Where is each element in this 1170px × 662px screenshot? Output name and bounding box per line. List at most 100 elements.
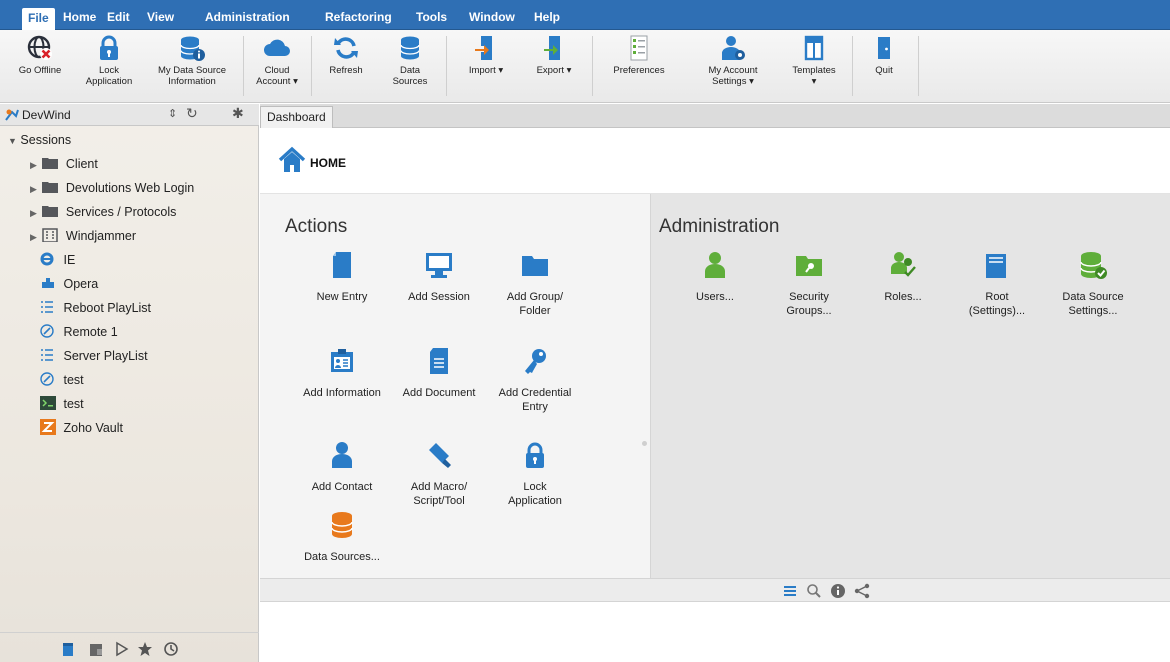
add-information-tile[interactable]: Add Information xyxy=(296,346,388,400)
lock-app-label-2: Application xyxy=(85,76,133,87)
chevron-right-icon: ▶ xyxy=(30,208,37,218)
tile-label: Groups... xyxy=(786,305,832,317)
remote-link-icon xyxy=(40,324,54,338)
add-credential-entry-tile[interactable]: Add Credential Entry xyxy=(489,346,581,414)
menu-administration[interactable]: Administration xyxy=(199,7,296,27)
data-sources-label-2: Sources xyxy=(392,76,428,87)
tree-item-label: Zoho Vault xyxy=(63,421,124,435)
tree-item-label: Windjammer xyxy=(65,229,137,243)
menu-refactoring[interactable]: Refactoring xyxy=(319,7,398,27)
home-icon xyxy=(278,146,306,172)
sidebar-footer xyxy=(0,632,259,662)
add-contact-tile[interactable]: Add Contact xyxy=(296,440,388,494)
building-icon xyxy=(42,228,59,243)
menu-help[interactable]: Help xyxy=(528,7,566,27)
menu-view[interactable]: View xyxy=(141,7,180,27)
history-icon[interactable] xyxy=(163,641,179,657)
data-source-icon xyxy=(5,109,19,121)
tab-dashboard[interactable]: Dashboard xyxy=(260,106,333,128)
list-item[interactable]: ▶ Windjammer xyxy=(30,224,136,248)
templates-icon xyxy=(804,35,824,61)
document-tabs: Dashboard xyxy=(260,104,1170,128)
folder-icon xyxy=(42,158,59,169)
quit-button[interactable]: Quit xyxy=(860,34,908,98)
data-sources-label-1: Data xyxy=(399,65,421,76)
gear-icon[interactable]: ✱ xyxy=(232,105,244,122)
entries-icon[interactable] xyxy=(60,641,76,657)
tile-label: Roles... xyxy=(884,291,922,303)
roles-tile[interactable]: Roles... xyxy=(857,250,949,304)
menu-window[interactable]: Window xyxy=(463,7,521,27)
data-source-settings-tile[interactable]: Data Source Settings... xyxy=(1047,250,1139,318)
go-offline-button[interactable]: Go Offline xyxy=(8,34,72,98)
menu-edit[interactable]: Edit xyxy=(101,7,136,27)
star-icon[interactable] xyxy=(137,641,153,657)
menu-home[interactable]: Home xyxy=(57,7,102,27)
tile-label: Add Session xyxy=(408,291,470,303)
play-icon[interactable] xyxy=(113,641,129,657)
list-item[interactable]: IE xyxy=(40,248,75,272)
data-sources-button[interactable]: Data Sources xyxy=(382,34,438,98)
opera-puzzle-icon xyxy=(42,278,54,288)
new-entry-tile[interactable]: New Entry xyxy=(296,250,388,304)
chevron-right-icon: ▶ xyxy=(30,232,37,242)
quit-label: Quit xyxy=(875,65,893,76)
chevron-down-icon: ▼ xyxy=(8,136,17,146)
my-data-source-info-button[interactable]: My Data Source Information xyxy=(146,34,238,98)
tree-item-label: Opera xyxy=(63,277,99,291)
list-item[interactable]: ▶ Devolutions Web Login xyxy=(30,176,194,200)
menu-file[interactable]: File xyxy=(22,8,55,30)
cloud-label-1: Cloud xyxy=(264,65,290,76)
tile-label: Users... xyxy=(696,291,734,303)
security-groups-tile[interactable]: Security Groups... xyxy=(763,250,855,318)
add-document-tile[interactable]: Add Document xyxy=(393,346,485,400)
list-view-icon[interactable] xyxy=(782,583,798,599)
tile-label: Folder xyxy=(519,305,551,317)
document-icon xyxy=(430,348,448,374)
lock-application-tile[interactable]: Lock Application xyxy=(489,440,581,508)
data-sources-tile[interactable]: Data Sources... xyxy=(296,510,388,564)
list-item[interactable]: Reboot PlayList xyxy=(40,296,151,320)
my-account-settings-button[interactable]: My Account Settings ▾ xyxy=(694,34,772,98)
menu-tools[interactable]: Tools xyxy=(410,7,453,27)
tree-item-label: Remote 1 xyxy=(63,325,118,339)
add-session-tile[interactable]: Add Session xyxy=(393,250,485,304)
root-settings-tile[interactable]: Root (Settings)... xyxy=(951,250,1043,318)
updown-chevron-icon[interactable]: ⇕ xyxy=(168,107,177,120)
list-item[interactable]: test xyxy=(40,392,84,416)
add-macro-script-tool-tile[interactable]: Add Macro/ Script/Tool xyxy=(393,440,485,508)
share-icon[interactable] xyxy=(854,583,870,599)
preferences-button[interactable]: Preferences xyxy=(604,34,674,98)
search-icon[interactable] xyxy=(806,583,822,599)
list-item[interactable]: test xyxy=(40,368,84,392)
list-item[interactable]: Zoho Vault xyxy=(40,416,123,440)
list-item[interactable]: ▶ Services / Protocols xyxy=(30,200,176,224)
export-button[interactable]: Export ▾ xyxy=(524,34,584,98)
tile-label: Add Credential xyxy=(498,387,572,399)
page-title: HOME xyxy=(310,156,346,170)
refresh-icon xyxy=(334,37,358,59)
tile-label: Application xyxy=(508,495,562,507)
users-tile[interactable]: Users... xyxy=(669,250,761,304)
list-item[interactable]: Remote 1 xyxy=(40,320,118,344)
data-source-selector[interactable]: DevWind ⇕ ↻ ✱ xyxy=(0,104,259,126)
info-icon[interactable] xyxy=(830,583,846,599)
import-button[interactable]: Import ▾ xyxy=(456,34,516,98)
folder-lock-icon[interactable] xyxy=(88,641,104,657)
root-folder-icon xyxy=(986,254,1006,278)
refresh-button[interactable]: Refresh xyxy=(318,34,374,98)
tile-label: (Settings)... xyxy=(968,305,1026,317)
dashboard-header: HOME xyxy=(260,128,1170,194)
refresh-icon[interactable]: ↻ xyxy=(186,105,198,122)
list-item[interactable]: ▶ Client xyxy=(30,152,98,176)
tree-root-sessions[interactable]: ▼ Sessions xyxy=(8,128,71,152)
splitter-handle[interactable] xyxy=(642,441,647,446)
lock-application-button[interactable]: Lock Application xyxy=(80,34,138,98)
list-item[interactable]: Server PlayList xyxy=(40,344,148,368)
list-item[interactable]: Opera xyxy=(40,272,98,296)
templates-button[interactable]: Templates ▾ xyxy=(784,34,844,98)
tile-label: Lock xyxy=(523,481,547,493)
cloud-account-button[interactable]: Cloud Account ▾ xyxy=(248,34,306,98)
add-group-folder-tile[interactable]: Add Group/ Folder xyxy=(489,250,581,318)
tile-label: Entry xyxy=(522,401,548,413)
